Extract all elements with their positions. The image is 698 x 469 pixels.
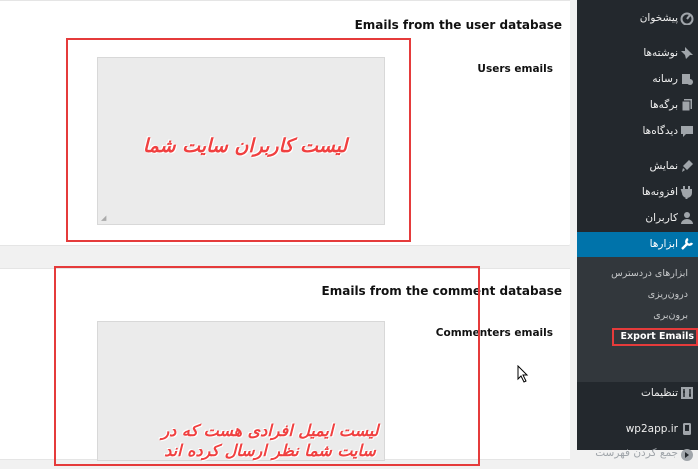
sidebar-item-label: جمع کردن فهرست bbox=[595, 447, 678, 459]
admin-sidebar: پیشخوان نوشته‌ها رسانه برگه‌ها دیدگاه‌ها… bbox=[569, 0, 698, 461]
annotation-commenters-text: لیست ایمیل افرادی هست که در سایت شما نظر… bbox=[110, 421, 430, 461]
users-icon bbox=[681, 212, 693, 224]
collapse-icon bbox=[681, 449, 693, 461]
collapse-menu-button[interactable]: جمع کردن فهرست bbox=[577, 443, 698, 469]
plugins-icon bbox=[680, 186, 692, 199]
tools-icon bbox=[681, 237, 694, 250]
sidebar-item-users[interactable]: کاربران bbox=[577, 206, 698, 232]
sidebar-item-label: تنظیمات bbox=[640, 387, 678, 399]
sidebar-item-label: ابزارها bbox=[649, 238, 678, 250]
sidebar-item-label: رسانه bbox=[652, 73, 678, 85]
sidebar-item-label: کاربران bbox=[645, 212, 678, 224]
submenu-item-export[interactable]: برون‌بری bbox=[653, 310, 688, 321]
sidebar-item-plugins[interactable]: افزونه‌ها bbox=[577, 180, 698, 206]
sidebar-item-wp2app[interactable]: wp2app.ir bbox=[577, 417, 698, 443]
annotation-users-text: لیست کاربران سایت شما bbox=[142, 135, 348, 157]
submenu-item-available-tools[interactable]: ابزارهای دردسترس bbox=[611, 268, 688, 279]
main-content: Emails from the user database Users emai… bbox=[0, 0, 577, 466]
sidebar-item-label: wp2app.ir bbox=[625, 423, 678, 435]
sidebar-item-appearance[interactable]: نمایش bbox=[577, 154, 698, 180]
pages-icon bbox=[681, 99, 692, 112]
dashboard-icon bbox=[680, 12, 694, 25]
sidebar-item-label: نوشته‌ها bbox=[643, 47, 678, 59]
annotation-commenters-line2: سایت شما نظر ارسال کرده اند bbox=[164, 441, 376, 460]
annotation-commenters-line1: لیست ایمیل افرادی هست که در bbox=[161, 421, 379, 440]
pin-icon bbox=[681, 47, 693, 59]
appearance-icon bbox=[682, 160, 693, 172]
mouse-cursor-icon bbox=[517, 365, 529, 383]
annotation-box-export-emails bbox=[612, 328, 698, 346]
sidebar-item-label: افزونه‌ها bbox=[641, 186, 678, 198]
sidebar-item-dashboard[interactable]: پیشخوان bbox=[577, 6, 698, 32]
tools-submenu: ابزارهای دردسترس درون‌ریزی برون‌بری Expo… bbox=[577, 257, 698, 382]
commenters-emails-card: Emails from the comment database Comment… bbox=[0, 266, 570, 466]
sidebar-item-label: نمایش bbox=[649, 160, 678, 172]
sidebar-item-settings[interactable]: تنظیمات bbox=[577, 381, 698, 407]
active-arrow-icon bbox=[569, 237, 577, 253]
sidebar-item-label: پیشخوان bbox=[639, 12, 678, 24]
comments-icon bbox=[681, 126, 693, 137]
sidebar-item-label: دیدگاه‌ها bbox=[642, 125, 678, 137]
sidebar-item-tools[interactable]: ابزارها bbox=[569, 232, 698, 257]
section-heading-users: Emails from the user database bbox=[354, 18, 562, 32]
submenu-item-import[interactable]: درون‌ریزی bbox=[648, 289, 688, 300]
users-emails-label: Users emails bbox=[477, 63, 553, 75]
settings-icon bbox=[681, 387, 693, 399]
sidebar-item-comments[interactable]: دیدگاه‌ها bbox=[577, 119, 698, 145]
wp2app-icon bbox=[683, 423, 691, 435]
sidebar-item-label: برگه‌ها bbox=[649, 99, 678, 111]
sidebar-item-posts[interactable]: نوشته‌ها bbox=[577, 41, 698, 67]
sidebar-item-media[interactable]: رسانه bbox=[577, 67, 698, 93]
users-emails-card: Emails from the user database Users emai… bbox=[0, 0, 570, 246]
sidebar-item-pages[interactable]: برگه‌ها bbox=[577, 93, 698, 119]
media-icon bbox=[682, 74, 693, 85]
